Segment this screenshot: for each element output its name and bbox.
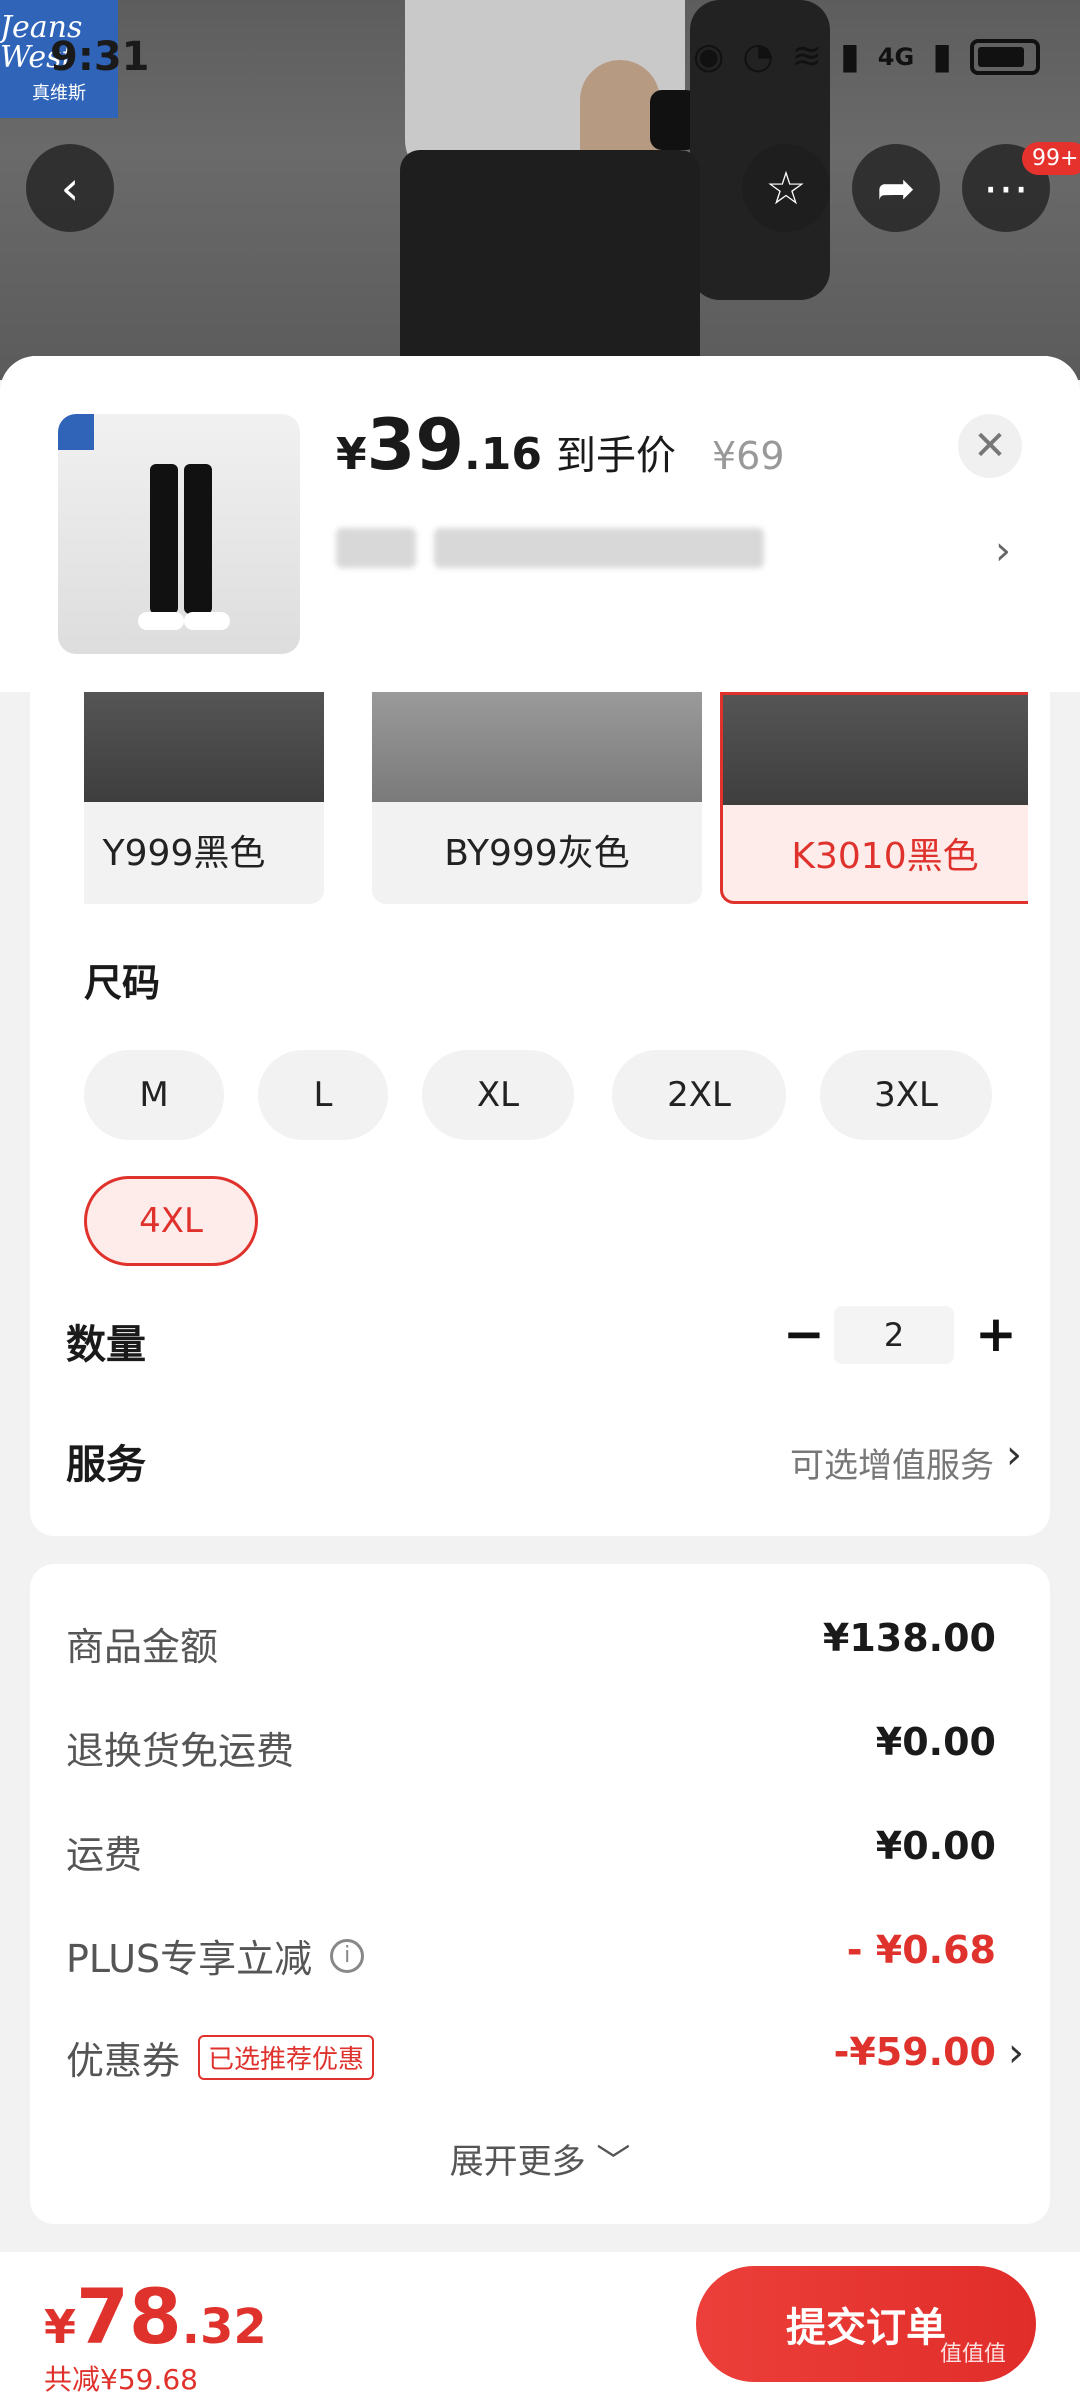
favorite-button[interactable]: ☆ [742,144,830,232]
price-detail-card: 商品金额 ¥138.00 退换货免运费 ¥0.00 运费 ¥0.00 PLUS专… [30,1564,1050,2224]
price-row: 商品金额 ¥138.00 [66,1616,996,1669]
total-price: ¥ 78 .32 [44,2272,267,2361]
product-thumbnail [58,414,300,654]
network-type: 4G [877,42,915,71]
signal-icon: ▮ [839,36,860,77]
star-icon: ☆ [765,161,807,215]
original-price: ¥69 [712,434,785,478]
status-bar: 9:31 ◉ ◔ ≋ ▮ 4G ▮ [0,0,1080,110]
chevron-right-icon: › [995,528,1011,574]
close-button[interactable]: ✕ [958,414,1022,478]
signal-icon-2: ▮ [932,36,952,77]
size-chip-selected[interactable]: 4XL [84,1176,258,1266]
price-row-plus: PLUS专享立减 i - ¥0.68 [66,1928,996,1981]
size-chip[interactable]: M [84,1050,224,1140]
saved-amount: 共减¥59.68 [44,2363,198,2396]
chevron-right-icon: › [1008,2030,1024,2076]
status-time: 9:31 [50,34,150,80]
bottom-bar: ¥ 78 .32 共减¥59.68 提交订单 [0,2252,1080,2400]
size-chip[interactable]: 2XL [612,1050,786,1140]
quantity-plus-button[interactable]: + [966,1304,1026,1364]
notification-badge: 99+ [1022,142,1080,175]
eye-icon: ◉ [692,36,725,77]
color-options: Y999黑色 BY999灰色 K3010黑色 [84,692,1028,906]
color-option[interactable]: Y999黑色 [84,692,324,904]
watermark: 值值值 [940,2342,1007,2367]
info-icon[interactable]: i [330,1938,365,1973]
service-title: 服务 [66,1442,146,1488]
service-selector[interactable]: 可选增值服务 [790,1438,994,1487]
spec-card: Y999黑色 BY999灰色 K3010黑色 尺码 M L XL 2XL 3XL… [30,692,1050,1536]
final-price-label: 到手价 [556,433,676,479]
size-chip[interactable]: 3XL [820,1050,992,1140]
chevron-right-icon: › [1006,1432,1022,1478]
size-chip[interactable]: L [258,1050,388,1140]
size-title: 尺码 [84,961,161,1005]
alarm-icon: ◔ [742,36,774,77]
back-button[interactable]: ‹ [26,144,114,232]
more-dots-icon: ⋯ [983,161,1029,215]
close-icon: ✕ [973,423,1007,469]
sku-header: ¥ 39 .16 到手价 ¥69 ✕ › [0,356,1080,692]
share-icon: ➦ [876,161,916,215]
quantity-minus-button[interactable]: − [774,1304,834,1364]
recommended-coupon-tag: 已选推荐优惠 [198,2035,375,2080]
price-row-coupon[interactable]: 优惠券 已选推荐优惠 -¥59.00 › [66,2030,1024,2090]
wifi-icon: ≋ [791,36,822,77]
selected-spec-blurred[interactable] [336,528,786,572]
price-row: 退换货免运费 ¥0.00 [66,1720,996,1773]
price-row: 运费 ¥0.00 [66,1824,996,1877]
color-option-selected[interactable]: K3010黑色 [720,692,1028,904]
expand-more-button[interactable]: 展开更多 ﹀ [30,2134,1050,2183]
size-chip[interactable]: XL [422,1050,574,1140]
quantity-title: 数量 [66,1322,146,1368]
quantity-input[interactable]: 2 [834,1306,954,1364]
chevron-left-icon: ‹ [60,161,80,215]
color-option[interactable]: BY999灰色 [372,692,702,904]
battery-icon [970,38,1040,75]
price-line: ¥ 39 .16 到手价 ¥69 [336,404,785,486]
share-button[interactable]: ➦ [852,144,940,232]
